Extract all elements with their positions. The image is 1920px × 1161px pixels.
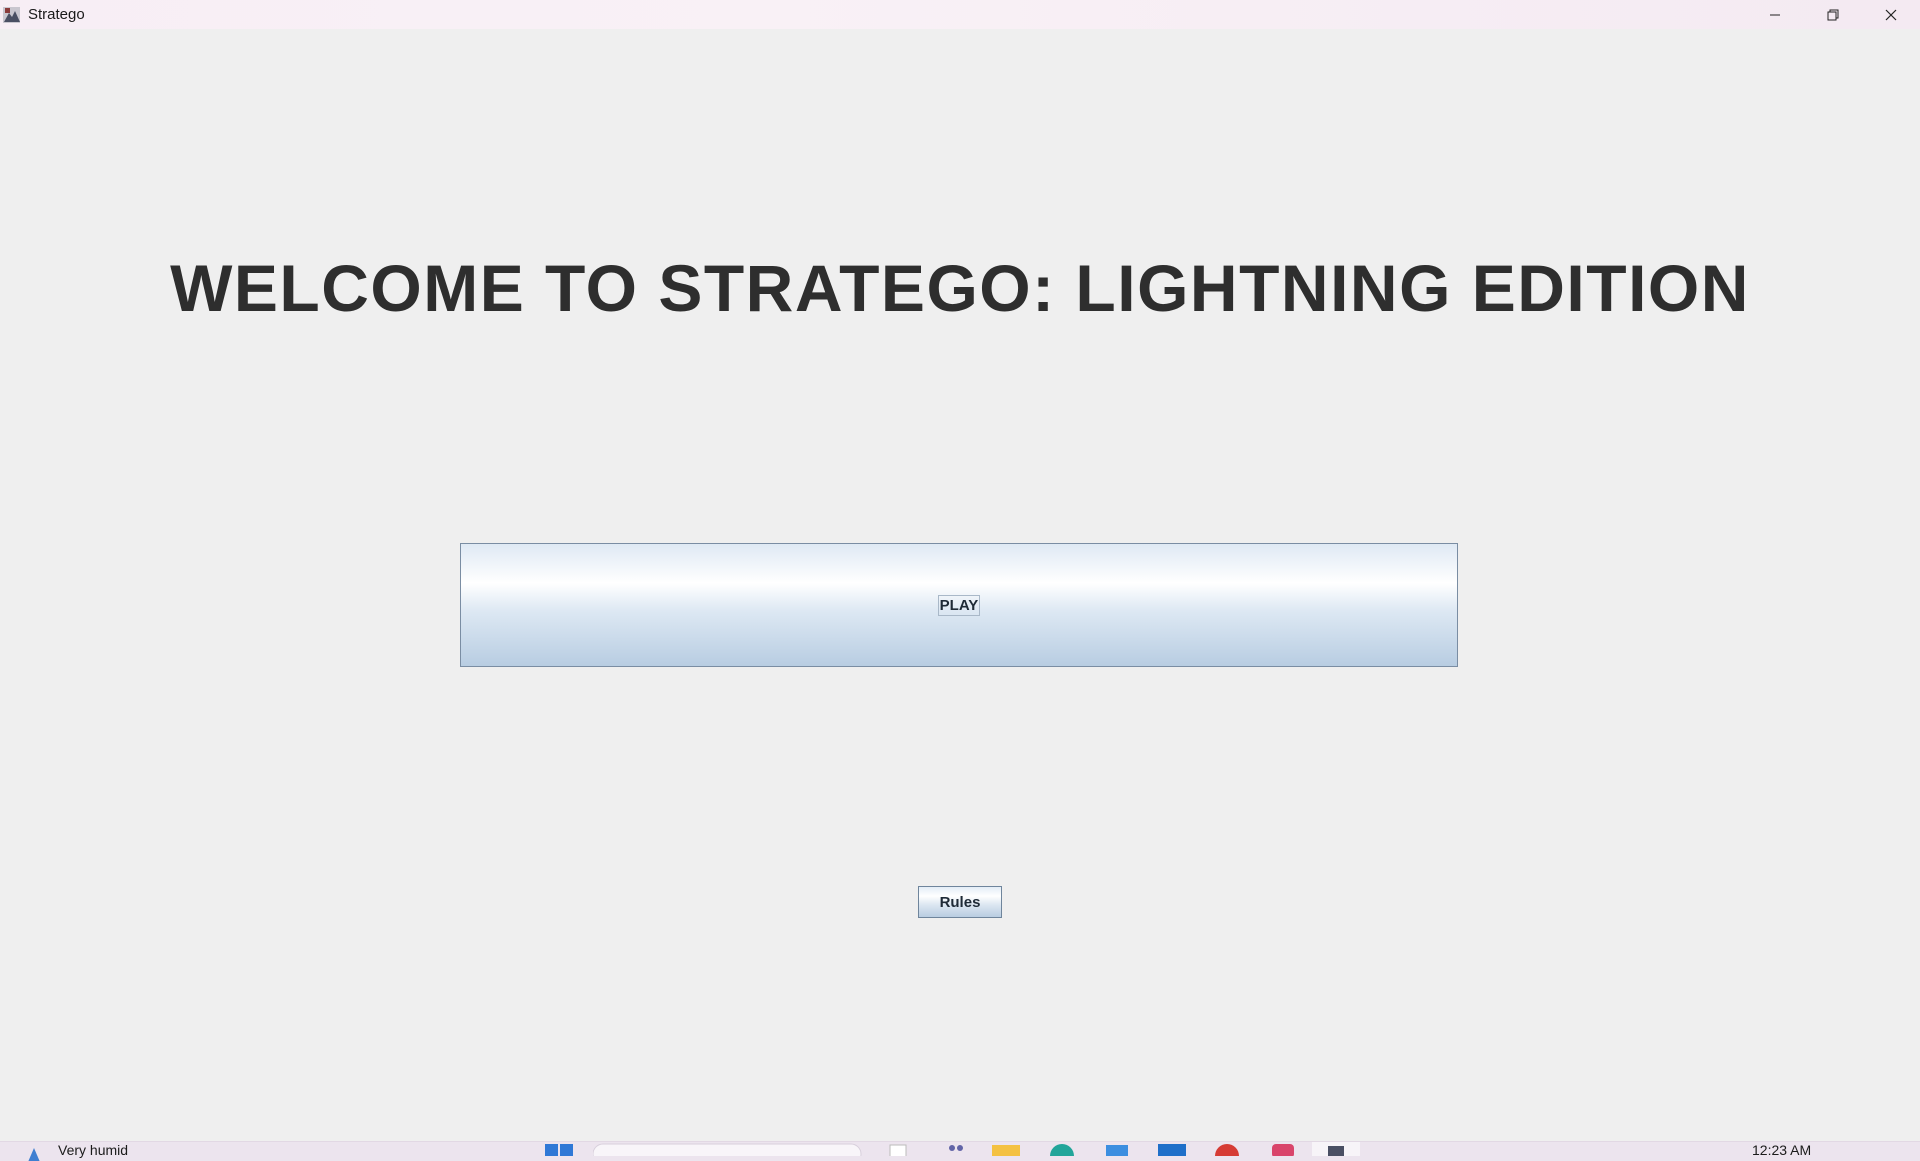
app-window: Stratego WELCOME TO STRATEGO: LIGHTNING …: [0, 0, 1920, 1161]
rules-button[interactable]: Rules: [918, 886, 1002, 918]
welcome-heading: WELCOME TO STRATEGO: LIGHTNING EDITION: [170, 251, 1750, 325]
window-controls: [1746, 0, 1920, 29]
start-icon[interactable]: [545, 1142, 575, 1156]
taskbar-clock[interactable]: 12:23 AM: [1752, 1142, 1811, 1158]
play-button[interactable]: PLAY: [460, 543, 1458, 667]
edge-icon[interactable]: [1046, 1142, 1078, 1156]
stratego-taskbar-icon[interactable]: [1312, 1142, 1360, 1156]
chrome-icon[interactable]: [1212, 1142, 1242, 1156]
title-bar[interactable]: Stratego: [0, 0, 1920, 29]
play-button-label: PLAY: [937, 594, 981, 616]
taskbar-weather[interactable]: Very humid: [24, 1142, 128, 1161]
close-icon: [1885, 9, 1897, 20]
restore-button[interactable]: [1804, 0, 1862, 29]
minimize-icon: [1770, 14, 1780, 15]
folder-icon[interactable]: [990, 1142, 1022, 1156]
minimize-button[interactable]: [1746, 0, 1804, 29]
taskbar: Very humid 12:23 AM: [0, 1141, 1920, 1161]
weather-icon: [24, 1142, 50, 1161]
close-button[interactable]: [1862, 0, 1920, 29]
app-icon: [2, 5, 22, 25]
store-icon[interactable]: [1102, 1142, 1132, 1156]
app-icon-colorful[interactable]: [1268, 1142, 1298, 1156]
file-icon[interactable]: [888, 1142, 908, 1156]
restore-icon: [1827, 9, 1839, 20]
window-title: Stratego: [28, 6, 85, 23]
taskbar-search-box[interactable]: [593, 1142, 863, 1156]
teams-icon[interactable]: [944, 1142, 968, 1156]
mail-icon[interactable]: [1156, 1142, 1188, 1156]
weather-text: Very humid: [58, 1142, 129, 1158]
